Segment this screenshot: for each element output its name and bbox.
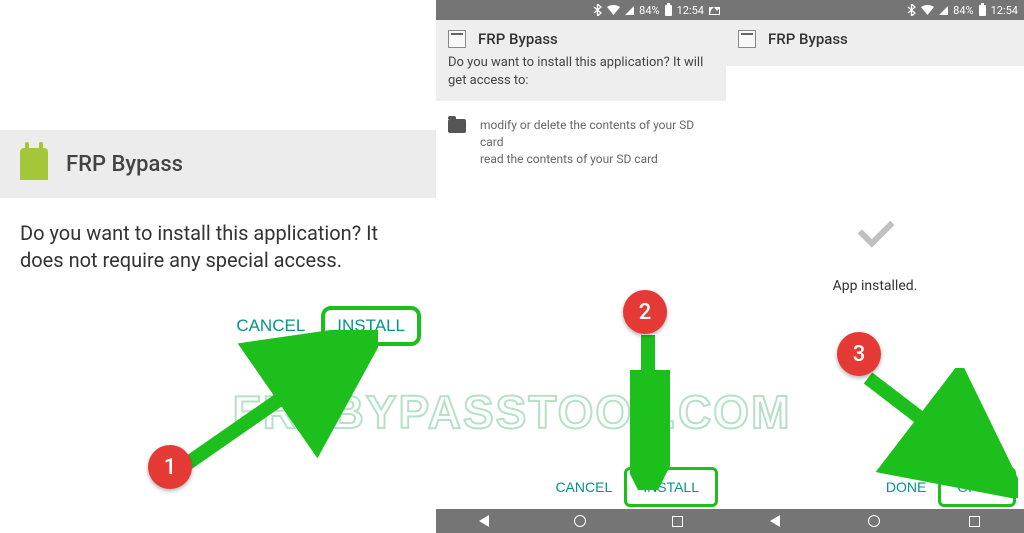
install-highlight: INSTALL [321,306,421,346]
clock-time: 12:54 [677,4,704,17]
button-row: CANCEL INSTALL [0,296,436,346]
screenshot-icon [709,5,720,15]
install-button[interactable]: INSTALL [633,473,709,501]
nav-recent-button[interactable] [672,516,683,527]
cancel-button[interactable]: CANCEL [220,306,321,346]
signal-icon [939,6,948,15]
button-row: DONE OPEN [876,467,1016,507]
install-success: App installed. [726,200,1024,294]
nav-back-button[interactable] [770,515,780,527]
battery-level: 84% [953,4,973,17]
android-icon [20,148,48,180]
nav-recent-button[interactable] [969,516,980,527]
installer-header: FRP Bypass [0,130,436,198]
battery-icon [665,5,672,16]
open-button[interactable]: OPEN [947,473,1007,501]
installer-header: FRP Bypass Do you want to install this a… [436,20,726,101]
nav-home-button[interactable] [868,515,880,527]
app-icon [448,30,466,48]
permission-text: read the contents of your SD card [480,151,714,168]
signal-icon [625,6,634,15]
cancel-button[interactable]: CANCEL [545,473,622,501]
installer-header: FRP Bypass [726,20,1024,66]
battery-icon [979,5,986,16]
wifi-icon [921,5,934,15]
install-highlight: INSTALL [624,467,718,507]
app-title: FRP Bypass [768,30,848,48]
nav-back-button[interactable] [479,515,489,527]
clock-time: 12:54 [991,4,1018,17]
nav-bar [436,509,726,533]
bluetooth-icon [907,4,916,16]
status-bar: 84% 12:54 [436,0,726,20]
step-badge-2: 2 [623,290,667,334]
permissions-list: modify or delete the contents of your SD… [436,101,726,183]
app-title: FRP Bypass [478,30,558,48]
install-prompt: Do you want to install this application?… [448,54,714,89]
wifi-icon [607,5,620,15]
open-highlight: OPEN [938,467,1016,507]
nav-home-button[interactable] [574,515,586,527]
app-title: FRP Bypass [66,152,183,177]
storage-icon [448,119,466,133]
done-button[interactable]: DONE [876,473,936,501]
permission-item: modify or delete the contents of your SD… [448,117,714,167]
install-prompt: Do you want to install this application?… [0,198,436,296]
checkmark-icon [845,200,905,260]
app-icon [738,30,756,48]
step-badge-3: 3 [837,332,881,376]
button-row: CANCEL INSTALL [545,467,718,507]
status-bar: 84% 12:54 [726,0,1024,20]
bluetooth-icon [593,4,602,16]
battery-level: 84% [639,4,659,17]
permission-text: modify or delete the contents of your SD… [480,117,714,151]
installed-text: App installed. [726,278,1024,294]
step-badge-1: 1 [148,445,192,489]
install-button[interactable]: INSTALL [337,316,405,336]
nav-bar [726,509,1024,533]
